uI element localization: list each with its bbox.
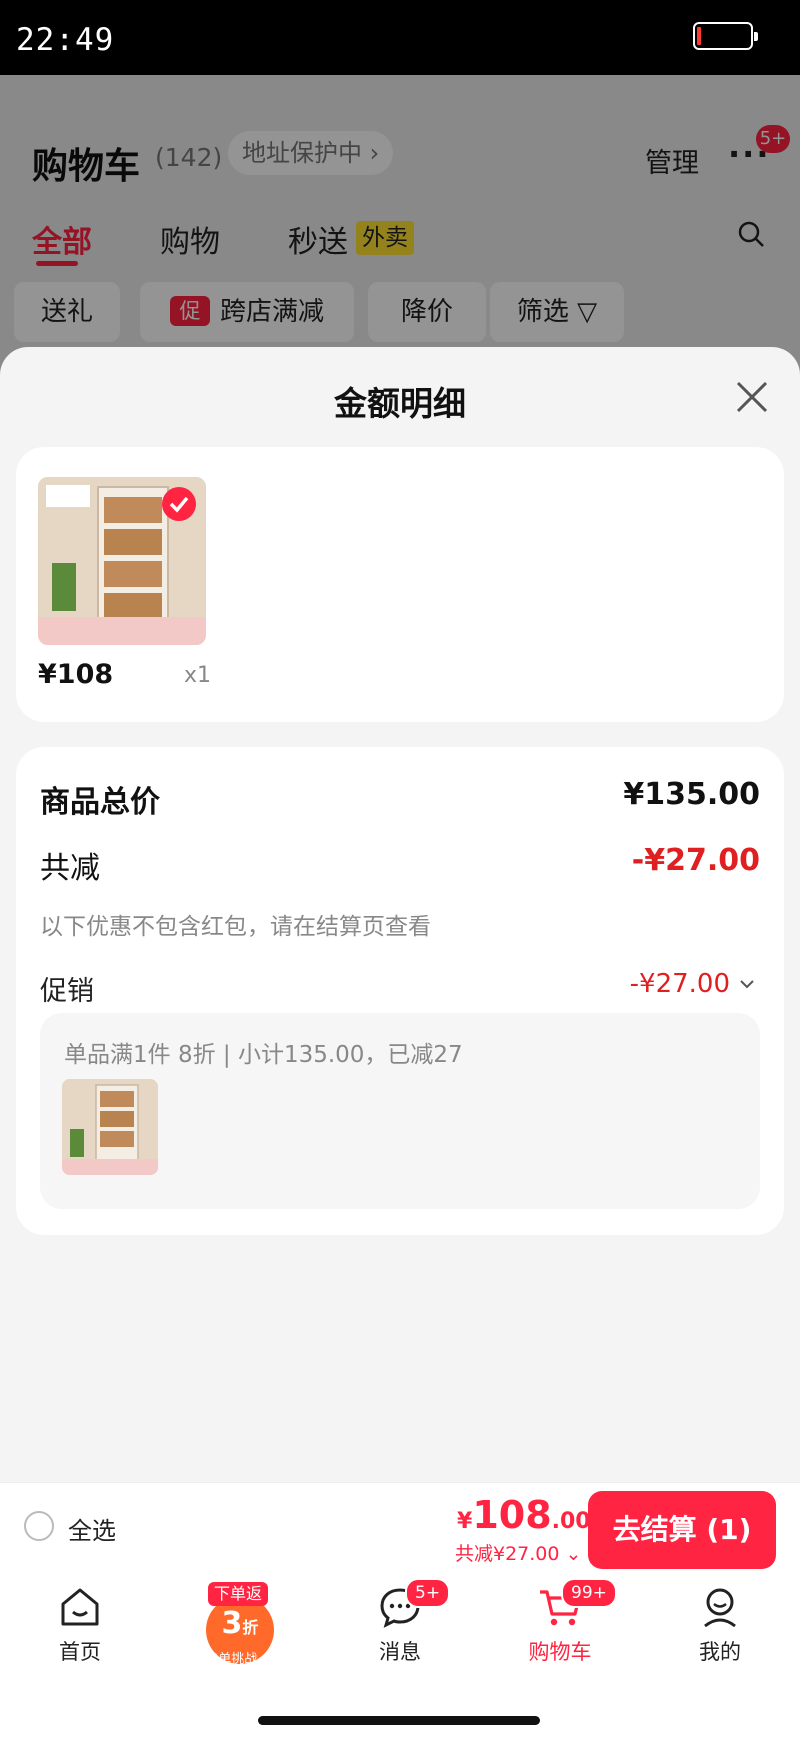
select-all-label[interactable]: 全选	[68, 1511, 116, 1546]
promo-unit: 折	[242, 1618, 259, 1637]
battery-icon	[693, 22, 758, 50]
tab-profile-label: 我的	[699, 1640, 741, 1664]
home-icon	[61, 1588, 99, 1626]
tab-messages-label: 消息	[379, 1640, 421, 1664]
tab-messages[interactable]: 消息 5+	[345, 1578, 455, 1666]
promo-sub: 3单挑战	[210, 1652, 258, 1667]
status-time: 22:49	[16, 22, 115, 58]
tab-profile[interactable]: 我的	[665, 1584, 775, 1666]
total-integer: 108	[472, 1493, 552, 1537]
checkmark-icon	[162, 487, 196, 521]
goods-total-value: ¥135.00	[623, 777, 760, 812]
tab-home[interactable]: 首页	[25, 1584, 135, 1666]
tab-home-label: 首页	[59, 1640, 101, 1664]
status-bar: 22:49	[0, 0, 800, 75]
tab-cart-label: 购物车	[528, 1640, 592, 1664]
messages-badge: 5+	[405, 1578, 451, 1608]
bottom-tab-bar: 首页 3折 下单返 3单挑战 消息 5+ 购物车 99+ 我的	[0, 1570, 800, 1739]
checkout-button[interactable]: 去结算 (1)	[588, 1491, 776, 1569]
item-price: ¥108	[38, 659, 114, 690]
total-decimal: .00	[551, 1509, 591, 1534]
tab-cart[interactable]: 购物车 99+	[505, 1578, 617, 1666]
checkout-bar: 全选 ¥108.00 共减¥27.00 ⌄ 去结算 (1)	[0, 1482, 800, 1571]
promo-tag: 下单返	[208, 1582, 269, 1606]
promo-value[interactable]: -¥27.00	[630, 969, 730, 999]
promo-tab[interactable]: 3折 下单返 3单挑战	[200, 1578, 280, 1668]
promo-detail-text: 单品满1件 8折 | 小计135.00，已减27	[64, 1042, 463, 1068]
amount-detail-sheet: 金额明细 ¥108 x1 商品总价 ¥135.00 共减 -¥27.00 以下优…	[0, 347, 800, 1482]
total-discount-text: 共减¥27.00	[455, 1543, 560, 1565]
promo-label: 促销	[40, 976, 94, 1007]
total-discount[interactable]: 共减¥27.00 ⌄	[455, 1539, 581, 1566]
discount-note: 以下优惠不包含红包，请在结算页查看	[40, 914, 431, 940]
selected-items-card: ¥108 x1	[16, 447, 784, 722]
profile-icon	[704, 1588, 736, 1628]
promo-number: 3折	[200, 1606, 280, 1641]
price-summary-card: 商品总价 ¥135.00 共减 -¥27.00 以下优惠不包含红包，请在结算页查…	[16, 747, 784, 1235]
sheet-title: 金额明细	[334, 384, 466, 423]
total-currency: ¥	[457, 1509, 473, 1534]
goods-total-label: 商品总价	[40, 785, 160, 820]
item-quantity: x1	[184, 663, 212, 688]
promo-number-value: 3	[221, 1606, 243, 1641]
home-indicator	[258, 1716, 540, 1725]
discount-value: -¥27.00	[631, 843, 760, 878]
discount-label: 共减	[40, 851, 100, 886]
cart-badge: 99+	[561, 1578, 617, 1608]
overlay-scrim[interactable]	[0, 75, 800, 375]
chevron-down-icon[interactable]	[738, 975, 756, 993]
total-price: ¥108.00	[457, 1493, 591, 1537]
promo-product-thumbnail	[62, 1079, 158, 1175]
promo-detail-box: 单品满1件 8折 | 小计135.00，已减27	[40, 1013, 760, 1209]
select-all-radio[interactable]	[24, 1511, 54, 1541]
close-icon[interactable]	[732, 377, 772, 417]
